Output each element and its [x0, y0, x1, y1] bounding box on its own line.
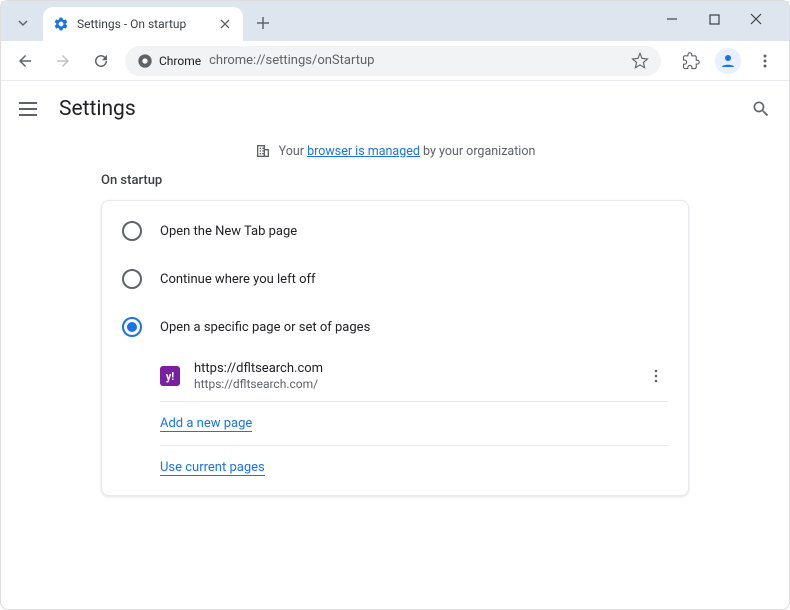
browser-tab[interactable]: Settings - On startup [43, 7, 243, 41]
radio-checked-icon [122, 317, 142, 337]
maximize-icon [709, 14, 720, 25]
page-info: https://dfltsearch.com https://dfltsearc… [194, 361, 630, 391]
reload-icon [92, 52, 110, 70]
chrome-menu-button[interactable] [751, 47, 779, 75]
window-controls [655, 5, 781, 33]
bookmark-button[interactable] [631, 52, 649, 70]
building-icon [255, 143, 271, 159]
minimize-button[interactable] [655, 5, 689, 33]
close-window-button[interactable] [739, 5, 773, 33]
star-icon [631, 52, 649, 70]
radio-label: Open the New Tab page [160, 224, 297, 239]
puzzle-icon [682, 52, 700, 70]
use-current-link[interactable]: Use current pages [160, 460, 265, 476]
radio-label: Continue where you left off [160, 272, 316, 287]
page-title-text: https://dfltsearch.com [194, 361, 630, 376]
arrow-right-icon [54, 52, 72, 70]
page-url-text: https://dfltsearch.com/ [194, 377, 630, 391]
kebab-icon [757, 53, 773, 69]
close-icon [220, 19, 230, 29]
site-info[interactable]: Chrome [137, 53, 201, 69]
startup-option-newtab[interactable]: Open the New Tab page [102, 207, 688, 255]
add-page-row: Add a new page [160, 402, 668, 446]
settings-content: On startup Open the New Tab page Continu… [1, 173, 789, 496]
arrow-left-icon [16, 52, 34, 70]
chrome-logo-icon [137, 53, 153, 69]
chevron-down-icon [17, 17, 29, 29]
omnibox-scheme-label: Chrome [159, 54, 201, 68]
kebab-icon [648, 368, 664, 384]
page-title: Settings [59, 97, 136, 121]
page-favicon-icon: y! [160, 366, 180, 386]
settings-search-button[interactable] [751, 99, 771, 119]
use-current-row: Use current pages [160, 446, 668, 489]
add-page-link[interactable]: Add a new page [160, 416, 252, 432]
back-button[interactable] [11, 47, 39, 75]
startup-pages-list: y! https://dfltsearch.com https://dfltse… [102, 351, 688, 489]
maximize-button[interactable] [697, 5, 731, 33]
forward-button[interactable] [49, 47, 77, 75]
tab-title: Settings - On startup [77, 17, 209, 31]
managed-link[interactable]: browser is managed [307, 144, 420, 159]
tab-close-button[interactable] [217, 16, 233, 32]
settings-header: Settings [1, 81, 789, 137]
managed-text: Your browser is managed by your organiza… [279, 144, 536, 159]
close-icon [750, 13, 762, 25]
startup-option-specific[interactable]: Open a specific page or set of pages [102, 303, 688, 351]
page-actions-button[interactable] [644, 364, 668, 388]
startup-page-row: y! https://dfltsearch.com https://dfltse… [160, 351, 668, 402]
profile-button[interactable] [715, 48, 741, 74]
settings-favicon-icon [53, 16, 69, 32]
address-bar[interactable]: Chrome chrome://settings/onStartup [125, 46, 661, 76]
extensions-button[interactable] [677, 47, 705, 75]
radio-unchecked-icon [122, 269, 142, 289]
reload-button[interactable] [87, 47, 115, 75]
startup-card: Open the New Tab page Continue where you… [101, 200, 689, 496]
toolbar-actions [671, 47, 779, 75]
browser-toolbar: Chrome chrome://settings/onStartup [1, 41, 789, 81]
plus-icon [256, 16, 270, 30]
radio-unchecked-icon [122, 221, 142, 241]
minimize-icon [666, 13, 678, 25]
omnibox-url: chrome://settings/onStartup [209, 53, 623, 68]
tab-search-dropdown[interactable] [9, 9, 37, 37]
section-title: On startup [101, 173, 689, 188]
window-titlebar: Settings - On startup [1, 1, 789, 41]
startup-option-continue[interactable]: Continue where you left off [102, 255, 688, 303]
settings-menu-button[interactable] [19, 97, 43, 121]
radio-label: Open a specific page or set of pages [160, 320, 370, 335]
search-icon [751, 99, 771, 119]
new-tab-button[interactable] [249, 9, 277, 37]
person-icon [719, 52, 737, 70]
managed-banner: Your browser is managed by your organiza… [1, 137, 789, 173]
